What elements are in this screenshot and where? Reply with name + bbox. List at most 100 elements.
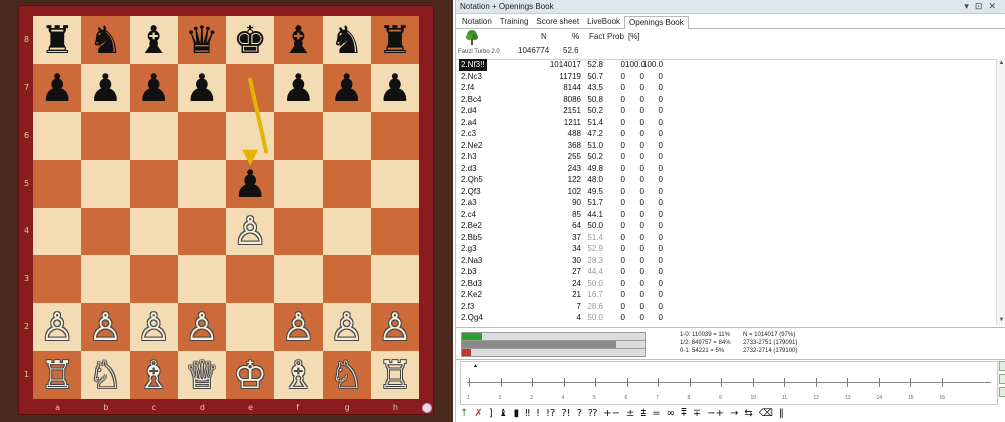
book-move-row[interactable]: 2.Bb5 37 51.4 0 0 0 (459, 232, 994, 244)
black-piece-f8[interactable]: ♝ (281, 21, 315, 59)
black-piece-d8[interactable]: ♛ (185, 21, 219, 59)
annotation-symbol-button[interactable]: ] (489, 408, 493, 419)
book-move-row[interactable]: 2.b3 27 44.4 0 0 0 (459, 266, 994, 278)
square-c7[interactable]: ♟ (129, 63, 178, 112)
book-move-row[interactable]: 2.Bc4 8086 50.8 0 0 0 (459, 94, 994, 106)
square-g6[interactable] (322, 111, 371, 160)
square-c3[interactable] (129, 255, 178, 304)
book-move-row[interactable]: 2.Na3 30 28.3 0 0 0 (459, 255, 994, 267)
annotation-symbol-button[interactable]: ✗ (474, 408, 482, 419)
square-c2[interactable]: ♙ (129, 303, 178, 352)
square-e6[interactable] (226, 111, 275, 160)
square-d2[interactable]: ♙ (177, 303, 226, 352)
black-piece-d7[interactable]: ♟ (185, 69, 219, 107)
square-a3[interactable] (33, 255, 82, 304)
tab-score-sheet[interactable]: Score sheet (532, 16, 583, 28)
white-piece-d2[interactable]: ♙ (185, 308, 219, 346)
annotation-symbol-button[interactable]: −+ (707, 408, 724, 419)
white-piece-g1[interactable]: ♘ (330, 356, 364, 394)
square-b5[interactable] (81, 159, 130, 208)
book-move-row[interactable]: 2.c4 85 44.1 0 0 0 (459, 209, 994, 221)
square-e5[interactable]: ♟ (226, 159, 275, 208)
header-pc[interactable]: [%] (628, 32, 640, 41)
black-piece-g7[interactable]: ♟ (330, 69, 364, 107)
square-g7[interactable]: ♟ (322, 63, 371, 112)
annotation-symbol-button[interactable]: ▮ (514, 408, 520, 419)
book-move-row[interactable]: 2.Qh5 122 48.0 0 0 0 (459, 174, 994, 186)
timeline-marker[interactable] (999, 361, 1005, 371)
book-move-row[interactable]: 2.d3 243 49.8 0 0 0 (459, 163, 994, 175)
white-piece-h1[interactable]: ♖ (378, 356, 412, 394)
square-f2[interactable]: ♙ (274, 303, 323, 352)
book-move-row[interactable]: 2.f4 8144 43.5 0 0 0 (459, 82, 994, 94)
white-piece-g2[interactable]: ♙ (330, 308, 364, 346)
tab-notation[interactable]: Notation (458, 16, 496, 28)
book-move-row[interactable]: 2.c3 488 47.2 0 0 0 (459, 128, 994, 140)
annotation-symbol-button[interactable]: ⁇ (588, 408, 597, 419)
square-a4[interactable] (33, 207, 82, 256)
square-a5[interactable] (33, 159, 82, 208)
annotation-symbol-button[interactable]: → (730, 408, 738, 419)
square-c1[interactable]: ♗ (129, 351, 178, 399)
white-piece-c1[interactable]: ♗ (137, 356, 171, 394)
square-a1[interactable]: ♖ (33, 351, 82, 399)
square-b4[interactable] (81, 207, 130, 256)
square-g4[interactable] (322, 207, 371, 256)
header-prob[interactable]: Prob (607, 32, 624, 41)
square-e8[interactable]: ♚ (226, 16, 275, 64)
white-piece-f2[interactable]: ♙ (281, 308, 315, 346)
square-d7[interactable]: ♟ (177, 63, 226, 112)
book-move-row[interactable]: 2.Qf3 102 49.5 0 0 0 (459, 186, 994, 198)
tab-livebook[interactable]: LiveBook (583, 16, 624, 28)
square-b8[interactable]: ♞ (81, 16, 130, 64)
square-f6[interactable] (274, 111, 323, 160)
book-move-row[interactable]: 2.g3 34 52.9 0 0 0 (459, 243, 994, 255)
annotation-symbol-button[interactable]: ⩲ (640, 408, 646, 419)
square-f5[interactable] (274, 159, 323, 208)
black-piece-b7[interactable]: ♟ (88, 69, 122, 107)
book-move-row[interactable]: 2.d4 2151 50.2 0 0 0 (459, 105, 994, 117)
annotation-symbol-button[interactable]: ↑ (460, 408, 468, 419)
square-c5[interactable] (129, 159, 178, 208)
square-b7[interactable]: ♟ (81, 63, 130, 112)
black-piece-g8[interactable]: ♞ (330, 21, 364, 59)
square-f3[interactable] (274, 255, 323, 304)
black-piece-e8[interactable]: ♚ (233, 21, 267, 59)
book-move-row[interactable]: 2.a3 90 51.7 0 0 0 (459, 197, 994, 209)
square-c4[interactable] (129, 207, 178, 256)
annotation-symbol-button[interactable]: ± (626, 408, 634, 419)
square-f8[interactable]: ♝ (274, 16, 323, 64)
white-piece-e4[interactable]: ♙ (233, 212, 267, 250)
square-g5[interactable] (322, 159, 371, 208)
square-b3[interactable] (81, 255, 130, 304)
white-piece-d1[interactable]: ♕ (185, 356, 219, 394)
square-g2[interactable]: ♙ (322, 303, 371, 352)
annotation-symbol-button[interactable]: +− (603, 408, 620, 419)
book-move-row[interactable]: 2.a4 1211 51.4 0 0 0 (459, 117, 994, 129)
book-move-row[interactable]: 2.Nf3!! 1014017 52.8 0 100.0 100.0 (459, 59, 994, 71)
tab-training[interactable]: Training (496, 16, 533, 28)
black-piece-e5[interactable]: ♟ (233, 165, 267, 203)
timeline-marker[interactable] (999, 374, 1005, 384)
timeline-marker[interactable] (999, 387, 1005, 397)
square-h1[interactable]: ♖ (370, 351, 419, 399)
annotation-symbol-button[interactable]: ‖ (779, 408, 784, 419)
square-h6[interactable] (370, 111, 419, 160)
square-a6[interactable] (33, 111, 82, 160)
header-pct[interactable]: % (572, 32, 579, 41)
white-piece-f1[interactable]: ♗ (281, 356, 315, 394)
square-h5[interactable] (370, 159, 419, 208)
square-d1[interactable]: ♕ (177, 351, 226, 399)
header-n[interactable]: N (541, 32, 547, 41)
book-move-row[interactable]: 2.Be2 64 50.0 0 0 0 (459, 220, 994, 232)
square-e4[interactable]: ♙ (226, 207, 275, 256)
square-a7[interactable]: ♟ (33, 63, 82, 112)
white-piece-h2[interactable]: ♙ (378, 308, 412, 346)
square-h3[interactable] (370, 255, 419, 304)
dropdown-icon[interactable]: ▾ (964, 1, 975, 11)
square-b6[interactable] (81, 111, 130, 160)
annotation-symbol-button[interactable]: ⌫ (759, 408, 773, 419)
black-piece-b8[interactable]: ♞ (88, 21, 122, 59)
float-icon[interactable]: ⊡ (975, 1, 989, 11)
chess-board[interactable]: ♜ ♞ ♝ ♛ ♚ ♝ ♞ ♜ ♟ ♟ ♟ ♟ ♟ ♟ ♟ ♟ ♙ ♙ ♙ ♙ ♙ ♙ ♙ ♙ ♖ ♘ ♗ ♕ ♔ ♗ ♘ ♖ (33, 16, 419, 399)
